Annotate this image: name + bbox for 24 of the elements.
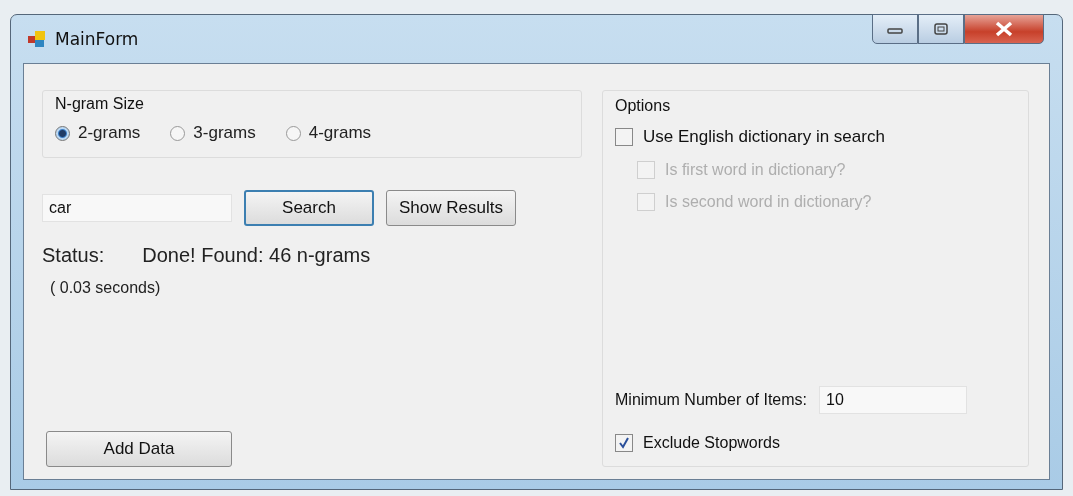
minimize-button[interactable] (872, 14, 918, 44)
status-text: Done! Found: 46 n-grams (142, 244, 371, 267)
close-icon (994, 21, 1014, 37)
checkbox-option[interactable]: Use English dictionary in search (615, 127, 1014, 147)
search-button[interactable]: Search (244, 190, 374, 226)
checkbox-option[interactable]: Exclude Stopwords (615, 434, 1014, 452)
group-title: Options (615, 97, 672, 115)
elapsed-time: ( 0.03 seconds) (50, 279, 162, 297)
radio-option[interactable]: 2-grams (55, 123, 141, 143)
maximize-icon (933, 22, 949, 36)
add-data-button[interactable]: Add Data (46, 431, 232, 467)
show-results-button[interactable]: Show Results (386, 190, 516, 226)
close-button[interactable] (964, 14, 1044, 44)
radio-option[interactable]: 3-grams (170, 123, 256, 143)
status-label: Status: (42, 244, 105, 267)
min-items-label: Minimum Number of Items: (615, 391, 808, 409)
checkmark-icon (618, 437, 630, 449)
radio-option[interactable]: 4-grams (285, 123, 372, 143)
group-title: N-gram Size (55, 95, 145, 113)
maximize-button[interactable] (918, 14, 964, 44)
min-items-field[interactable]: 10 (819, 386, 968, 414)
search-field[interactable]: car (42, 194, 232, 222)
window-title: MainForm (55, 29, 139, 49)
app-icon (27, 29, 47, 49)
